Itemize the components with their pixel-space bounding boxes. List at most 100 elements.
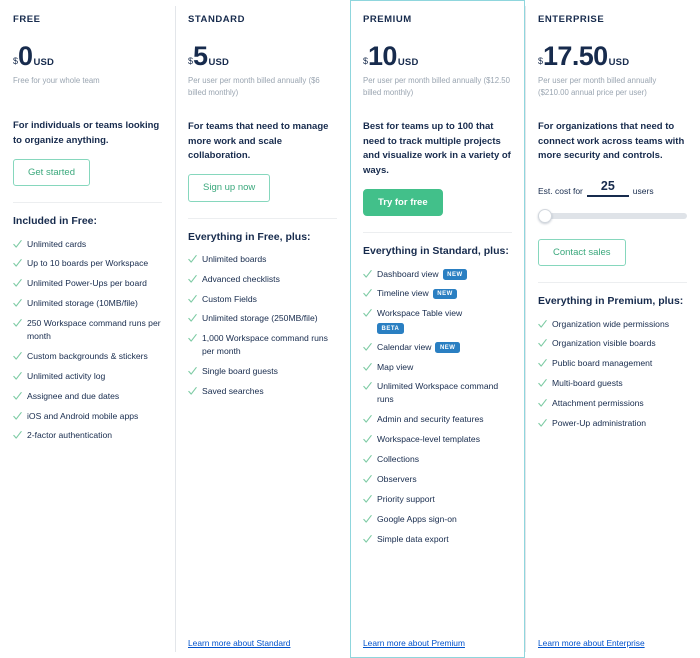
plan-description: Best for teams up to 100 that need to tr… [363,120,512,179]
feature-label: Up to 10 boards per Workspace [27,257,162,270]
price-currency-symbol: $ [188,57,193,66]
check-icon [13,239,22,250]
check-icon [363,342,372,353]
learn-more-link-enterprise[interactable]: Learn more about Enterprise [538,628,687,648]
slider-track [538,213,687,219]
feature-label: Priority support [377,493,512,506]
feature-label: Timeline viewNEW [377,287,512,300]
check-icon [363,474,372,485]
check-icon [188,254,197,265]
user-count-slider[interactable] [538,209,687,223]
features-title: Everything in Free, plus: [188,230,337,244]
feature-item: Power-Up administration [538,417,687,430]
cta-area: Get started [13,149,162,187]
features-title: Everything in Premium, plus: [538,294,687,308]
price-currency-unit: USD [609,58,630,68]
feature-label: Unlimited storage (10MB/file) [27,297,162,310]
plan-name: FREE [13,14,162,25]
check-icon [13,371,22,382]
price-currency-unit: USD [398,58,419,68]
check-icon [538,418,547,429]
check-icon [13,430,22,441]
feature-label: Dashboard viewNEW [377,268,512,281]
feature-item: Unlimited Power-Ups per board [13,277,162,290]
feature-label: iOS and Android mobile apps [27,410,162,423]
check-icon [538,378,547,389]
feature-label: Attachment permissions [552,397,687,410]
feature-item: Google Apps sign-on [363,513,512,526]
feature-item: Multi-board guests [538,377,687,390]
feature-label: Custom Fields [202,293,337,306]
plan-name: STANDARD [188,14,337,25]
features-section: Everything in Standard, plus: Dashboard … [363,232,512,648]
check-icon [188,313,197,324]
feature-label: Map view [377,361,512,374]
features-section: Everything in Premium, plus: Organizatio… [538,282,687,648]
feature-badge: NEW [433,289,458,300]
estimator-row: Est. cost for 25 users [538,180,687,197]
plan-price: $ 0 USD [13,43,162,70]
feature-label: Unlimited Workspace command runs [377,380,512,406]
check-icon [363,434,372,445]
feature-item: Workspace-level templates [363,433,512,446]
feature-label: Unlimited activity log [27,370,162,383]
plan-description: For individuals or teams looking to orga… [13,119,162,148]
feature-list: Dashboard viewNEW Timeline viewNEW Workspa… [363,268,512,553]
price-note: Per user per month billed annually ($6 b… [188,75,337,98]
plan-card-standard: STANDARD $ 5 USD Per user per month bill… [175,0,350,658]
check-icon [13,278,22,289]
check-icon [363,381,372,392]
feature-item: Custom backgrounds & stickers [13,350,162,363]
feature-label: Admin and security features [377,413,512,426]
feature-label: Multi-board guests [552,377,687,390]
learn-more-link-premium[interactable]: Learn more about Premium [363,628,512,648]
feature-label: Unlimited boards [202,253,337,266]
feature-label: Saved searches [202,385,337,398]
feature-item: 250 Workspace command runs per month [13,317,162,343]
check-icon [363,534,372,545]
feature-label: Advanced checklists [202,273,337,286]
feature-item: Simple data export [363,533,512,546]
feature-item: Unlimited Workspace command runs [363,380,512,406]
price-amount: 5 [193,43,207,70]
check-icon [363,514,372,525]
check-icon [538,338,547,349]
feature-item: Custom Fields [188,293,337,306]
contact-sales-button[interactable]: Contact sales [538,239,626,267]
price-currency-symbol: $ [538,57,543,66]
check-icon [363,269,372,280]
feature-item: Admin and security features [363,413,512,426]
feature-item: Dashboard viewNEW [363,268,512,281]
pricing-table: FREE $ 0 USD Free for your whole team Fo… [0,0,700,658]
feature-item: Saved searches [188,385,337,398]
get-started-button[interactable]: Get started [13,159,90,187]
slider-thumb[interactable] [538,209,552,223]
plan-price: $ 5 USD [188,43,337,70]
check-icon [363,414,372,425]
learn-more-link-standard[interactable]: Learn more about Standard [188,628,337,648]
feature-item: Advanced checklists [188,273,337,286]
feature-item: Timeline viewNEW [363,287,512,300]
feature-item: Calendar viewNEW [363,341,512,354]
price-currency-unit: USD [33,58,54,68]
check-icon [13,258,22,269]
feature-label: Workspace-level templates [377,433,512,446]
sign-up-now-button[interactable]: Sign up now [188,174,270,202]
feature-label: Collections [377,453,512,466]
cost-estimator: Est. cost for 25 users [538,180,687,229]
plan-description: For teams that need to manage more work … [188,120,337,164]
feature-item: Unlimited cards [13,238,162,251]
estimator-user-count[interactable]: 25 [587,180,629,197]
feature-label: Assignee and due dates [27,390,162,403]
feature-item: Workspace Table viewBETA [363,307,512,333]
feature-label: Observers [377,473,512,486]
check-icon [363,308,372,319]
check-icon [538,358,547,369]
plan-name: ENTERPRISE [538,14,687,25]
plan-card-free: FREE $ 0 USD Free for your whole team Fo… [0,0,175,658]
check-icon [13,318,22,329]
feature-badge: NEW [435,342,460,353]
check-icon [13,411,22,422]
try-for-free-button[interactable]: Try for free [363,189,443,217]
estimator-suffix: users [633,186,654,197]
